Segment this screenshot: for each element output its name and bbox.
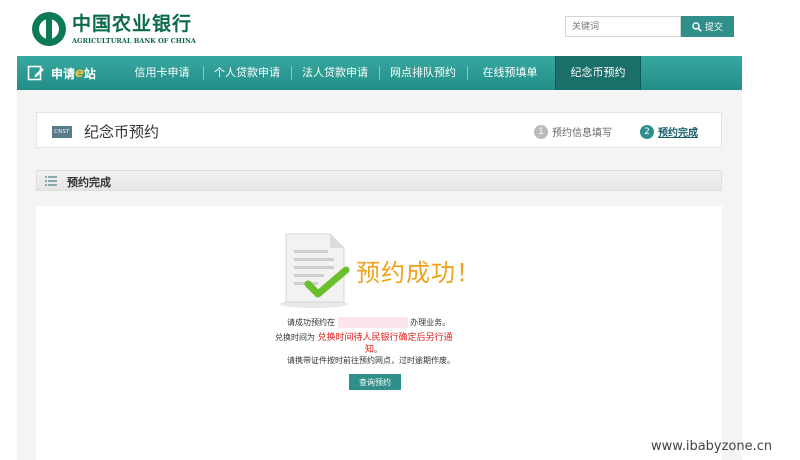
step-1-number: 1	[534, 124, 548, 139]
redacted-branch-name	[337, 317, 408, 328]
logo-english-name: AGRICULTURAL BANK OF CHINA	[72, 37, 196, 45]
edit-form-icon	[27, 65, 44, 81]
section-header: 预约完成	[36, 170, 722, 191]
header: 中国农业银行 AGRICULTURAL BANK OF CHINA 提交	[0, 0, 800, 56]
search-box: 提交	[565, 16, 734, 37]
exchange-time-message: 兑换时间为 兑换时间待人民银行确定后另行通	[275, 330, 453, 343]
page-title: 纪念币预约	[84, 123, 160, 141]
search-submit-label: 提交	[704, 23, 723, 33]
section-title: 预约完成	[67, 176, 111, 189]
abc-logo[interactable]: 中国农业银行 AGRICULTURAL BANK OF CHINA	[32, 12, 196, 46]
search-icon	[692, 21, 702, 32]
id-reminder-message: 请携带证件按时前往预约网点，过时逾期作废。	[287, 356, 455, 365]
abc-logo-icon	[32, 12, 66, 46]
title-panel: CNST 纪念币预约 1 预约信息填写 2 预约完成	[36, 112, 722, 148]
step-2-number: 2	[640, 124, 654, 139]
document-check-icon	[280, 233, 350, 308]
list-icon	[45, 176, 57, 186]
result-panel: 预约成功！ 请成功预约在 办理业务。 兑换时间为 兑换时间待人民银行确定后另行通…	[36, 206, 722, 460]
content-area: CNST 纪念币预约 1 预约信息填写 2 预约完成 预约完成 预约成功！ 请成	[17, 90, 742, 460]
query-reservation-button[interactable]: 查询预约	[349, 374, 401, 390]
exchange-time-prefix: 兑换时间为	[275, 333, 315, 342]
nav-item-coin-reservation[interactable]: 纪念币预约	[555, 56, 641, 90]
nav-brand-suffix: 站	[83, 66, 96, 81]
nav-item-credit-card[interactable]: 信用卡申请	[121, 56, 203, 90]
search-input[interactable]	[565, 16, 681, 37]
exchange-time-notice: 兑换时间待人民银行确定后另行通	[317, 333, 453, 343]
nav-brand-prefix: 申请	[51, 66, 76, 81]
nav-item-queue-reservation[interactable]: 网点排队预约	[379, 56, 467, 90]
nav-brand-e: e	[75, 65, 84, 81]
nav-item-corporate-loan[interactable]: 法人贷款申请	[291, 56, 379, 90]
step-1-label: 预约信息填写	[552, 128, 612, 139]
logo-text: 中国农业银行 AGRICULTURAL BANK OF CHINA	[72, 13, 196, 45]
branch-message: 请成功预约在 办理业务。	[287, 317, 450, 328]
step-2: 2 预约完成	[640, 124, 698, 139]
exchange-time-period: 。	[374, 345, 383, 354]
coin-badge-icon: CNST	[52, 126, 72, 138]
nav-brand[interactable]: 申请 e 站	[27, 56, 96, 90]
search-submit-button[interactable]: 提交	[681, 16, 734, 37]
nav-item-personal-loan[interactable]: 个人贷款申请	[203, 56, 291, 90]
branch-message-prefix: 请成功预约在	[287, 318, 335, 327]
exchange-time-continuation: 知。	[365, 342, 382, 355]
exchange-time-notice-end: 知	[365, 345, 375, 355]
nav-item-online-prefill[interactable]: 在线预填单	[467, 56, 553, 90]
logo-chinese-name: 中国农业银行	[72, 13, 193, 35]
success-heading: 预约成功！	[356, 259, 481, 287]
branch-message-suffix: 办理业务。	[410, 318, 451, 327]
main-nav: 申请 e 站 信用卡申请 个人贷款申请 法人贷款申请 网点排队预约 在线预填单 纪念…	[17, 56, 742, 90]
step-2-label[interactable]: 预约完成	[658, 124, 698, 139]
step-1: 1 预约信息填写	[534, 124, 612, 139]
watermark: www.ibabyzone.cn	[651, 439, 773, 454]
